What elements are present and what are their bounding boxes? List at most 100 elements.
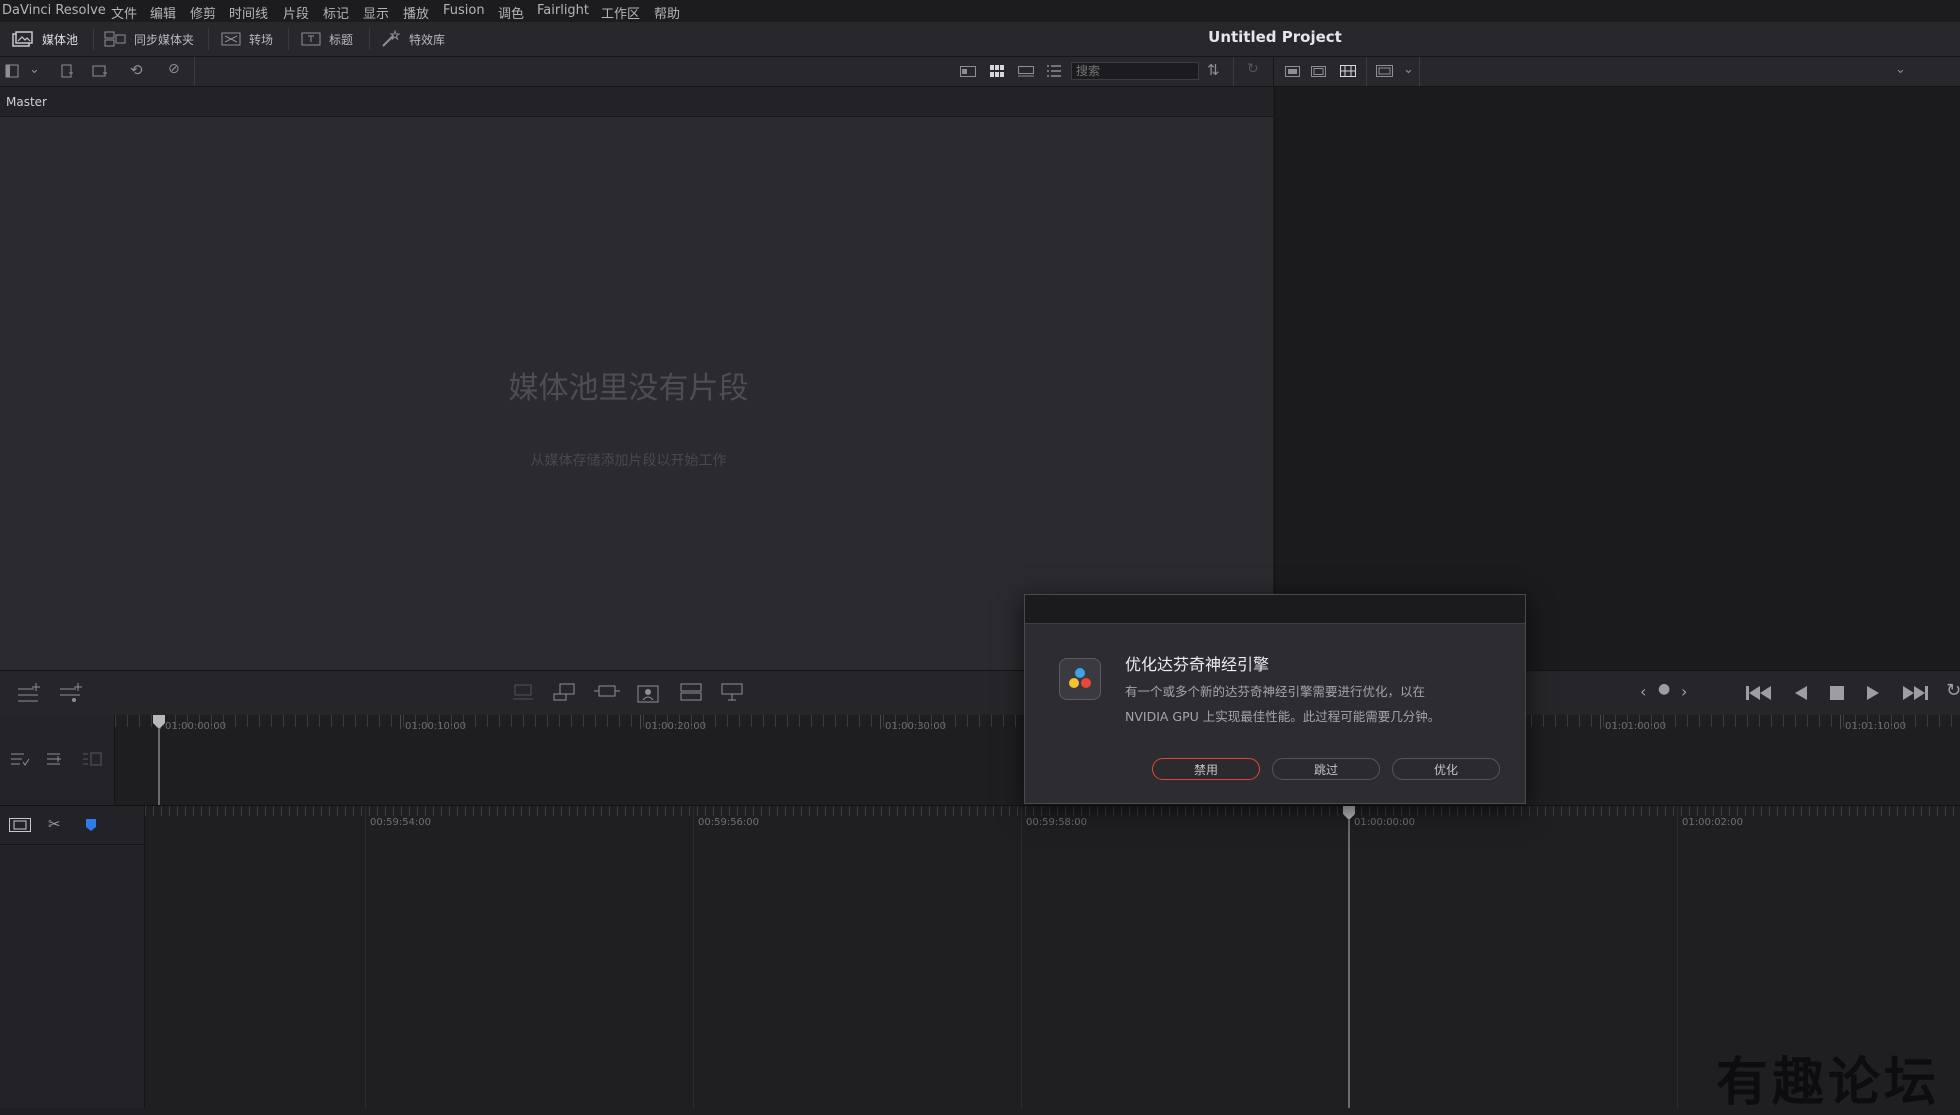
refresh-icon[interactable]: ↻ — [1247, 61, 1259, 77]
new-bin-icon[interactable] — [60, 64, 74, 78]
bin-header: Master — [0, 87, 1273, 117]
menu-color[interactable]: 调色 — [498, 3, 524, 22]
add-track-icon[interactable] — [16, 681, 42, 703]
loop-icon[interactable]: ↻ — [1946, 680, 1960, 701]
ripple-overwrite-icon[interactable] — [593, 682, 621, 702]
timeline-ruler[interactable] — [145, 806, 1960, 816]
dialog-title: 优化达芬奇神经引擎 — [1125, 655, 1270, 674]
clip-view-icon[interactable] — [9, 818, 31, 832]
place-on-top-icon[interactable] — [679, 682, 703, 702]
skip-button[interactable]: 跳过 — [1272, 758, 1380, 780]
track-header-panel: ✂ — [0, 806, 145, 1108]
viewer-safe-area-icon[interactable] — [1311, 66, 1326, 77]
media-pool-button[interactable]: 媒体池 — [12, 22, 78, 56]
menu-edit[interactable]: 编辑 — [150, 3, 176, 22]
timecode-label: 00:59:58:00 — [1026, 817, 1088, 828]
smart-insert-icon[interactable] — [511, 682, 535, 702]
optimize-button[interactable]: 优化 — [1392, 758, 1500, 780]
search-input[interactable] — [1071, 62, 1199, 80]
chevron-left-icon[interactable]: ‹ — [1640, 682, 1646, 701]
track-mute-icon[interactable] — [82, 751, 102, 767]
media-pool[interactable]: 媒体池里没有片段 从媒体存储添加片段以开始工作 — [0, 117, 1273, 670]
toolbar-divider — [1233, 57, 1234, 86]
sort-icon[interactable]: ⇅ — [1207, 61, 1220, 79]
menu-trim[interactable]: 修剪 — [190, 3, 216, 22]
chevron-down-icon[interactable]: ⌄ — [29, 62, 40, 77]
chevron-right-icon[interactable]: › — [1681, 682, 1687, 701]
append-icon[interactable] — [552, 682, 576, 702]
marker-flag-icon[interactable] — [86, 819, 96, 831]
transitions-button[interactable]: 转场 — [221, 22, 273, 56]
ruler-tick — [365, 806, 366, 1108]
dialog-message: 有一个或多个新的达芬奇神经引擎需要进行优化，以在 — [1125, 684, 1426, 699]
main-toolbar: 媒体池 同步媒体夹 转场 标题 特效库 Untitled Project — [0, 22, 1960, 57]
go-to-end-icon[interactable] — [1902, 685, 1928, 701]
track-lock-icon[interactable] — [10, 751, 30, 767]
viewer-layout-icon[interactable] — [1340, 65, 1356, 77]
menu-fusion[interactable]: Fusion — [443, 3, 485, 18]
viewer[interactable] — [1274, 87, 1960, 670]
go-to-start-icon[interactable] — [1746, 685, 1772, 701]
menu-fairlight[interactable]: Fairlight — [537, 3, 589, 18]
transitions-label: 转场 — [249, 32, 274, 47]
panel-toggle-icon[interactable] — [5, 64, 19, 78]
ruler-tick — [400, 715, 401, 729]
effects-button[interactable]: 特效库 — [381, 22, 445, 56]
close-up-icon[interactable] — [636, 680, 660, 704]
menu-view[interactable]: 显示 — [363, 3, 389, 22]
timecode-label: 01:00:02:00 — [1682, 817, 1744, 828]
timecode-label: 01:01:00:00 — [1605, 721, 1667, 732]
menu-playback[interactable]: 播放 — [403, 3, 429, 22]
track-auto-select-icon[interactable] — [46, 751, 66, 767]
playhead[interactable] — [152, 715, 166, 805]
list-view-icon[interactable] — [1047, 65, 1061, 77]
relink-icon[interactable]: ⟲ — [130, 61, 143, 79]
chevron-down-icon[interactable]: ⌄ — [1403, 62, 1414, 77]
play-reverse-icon[interactable] — [1794, 685, 1808, 701]
menu-timeline[interactable]: 时间线 — [229, 3, 268, 22]
playhead[interactable] — [1342, 806, 1356, 1108]
ruler-tick — [1840, 715, 1841, 729]
media-pool-icon — [12, 31, 33, 47]
dialog-titlebar[interactable] — [1025, 595, 1525, 624]
new-smart-bin-icon[interactable] — [92, 64, 108, 78]
menu-bar: DaVinci Resolve 文件 编辑 修剪 时间线 片段 标记 显示 播放… — [0, 0, 1960, 22]
ruler-tick — [880, 715, 881, 729]
menu-file[interactable]: 文件 — [111, 3, 137, 22]
viewer-image-icon[interactable] — [1285, 66, 1300, 77]
source-overwrite-icon[interactable] — [720, 682, 744, 702]
stop-icon[interactable] — [1830, 686, 1844, 700]
filmstrip-view-icon[interactable] — [1018, 66, 1034, 77]
scissors-icon[interactable]: ✂ — [48, 815, 61, 833]
timecode-label: 00:59:56:00 — [698, 817, 760, 828]
menu-mark[interactable]: 标记 — [323, 3, 349, 22]
menu-workspace[interactable]: 工作区 — [601, 3, 640, 22]
mini-timeline[interactable]: 01:00:00:00 01:00:10:00 01:00:20:00 01:0… — [0, 715, 1960, 806]
timecode-label: 01:00:10:00 — [405, 721, 467, 732]
project-title: Untitled Project — [1208, 28, 1342, 46]
toolbar-divider — [1419, 57, 1420, 86]
menu-help[interactable]: 帮助 — [654, 3, 680, 22]
main-timeline[interactable]: ✂ 00:59:54:00 00:59:56:00 00:59:58:00 01… — [0, 806, 1960, 1113]
bin-label[interactable]: Master — [6, 95, 47, 109]
timecode-label: 01:00:00:00 — [165, 721, 227, 732]
viewer-mode-icon[interactable] — [1376, 65, 1393, 77]
titles-button[interactable]: 标题 — [301, 22, 353, 56]
metadata-view-icon[interactable] — [960, 66, 976, 77]
menu-app[interactable]: DaVinci Resolve — [2, 3, 106, 18]
sync-bin-button[interactable]: 同步媒体夹 — [104, 22, 194, 56]
empty-state-title: 媒体池里没有片段 — [508, 371, 749, 406]
marker-dot-icon[interactable]: ● — [1658, 681, 1670, 697]
disable-button[interactable]: 禁用 — [1152, 758, 1260, 780]
link-icon[interactable]: ⊘ — [168, 61, 180, 77]
optimize-dialog: 优化达芬奇神经引擎 有一个或多个新的达芬奇神经引擎需要进行优化，以在 NVIDI… — [1024, 594, 1526, 804]
empty-state-subtitle: 从媒体存储添加片段以开始工作 — [530, 453, 727, 469]
add-audio-track-icon[interactable] — [58, 681, 84, 703]
menu-clip[interactable]: 片段 — [283, 3, 309, 22]
thumbnail-view-icon[interactable] — [990, 65, 1004, 77]
toolbar-divider — [1366, 57, 1367, 86]
effects-label: 特效库 — [409, 32, 446, 47]
play-icon[interactable] — [1866, 685, 1880, 701]
chevron-down-icon[interactable]: ⌄ — [1895, 62, 1906, 77]
toolbar-divider — [369, 28, 370, 50]
